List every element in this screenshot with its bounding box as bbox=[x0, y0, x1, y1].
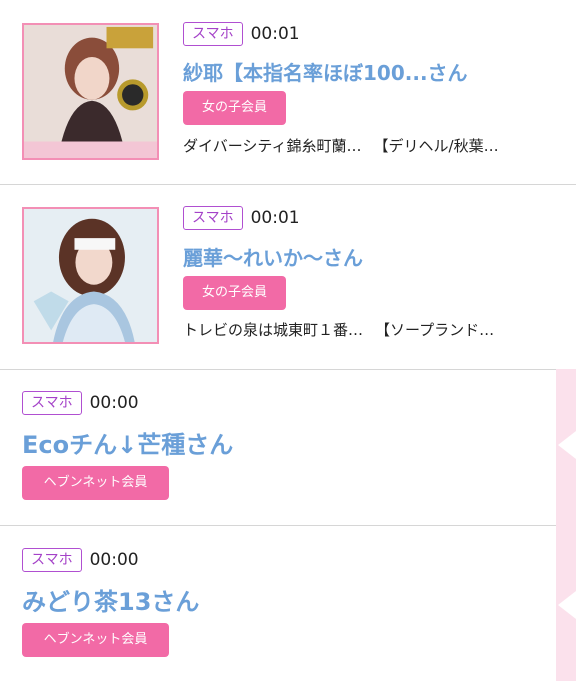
notch-shape bbox=[558, 591, 576, 619]
shop-link[interactable]: 【ソープランド… bbox=[375, 319, 494, 340]
post-meta: スマホ 00:01 bbox=[183, 22, 300, 46]
feed-item[interactable]: スマホ 00:01 紗耶【本指名率ほぼ100...さん 女の子会員 ダイバーシテ… bbox=[0, 0, 576, 185]
profile-photo[interactable] bbox=[22, 207, 159, 344]
device-badge: スマホ bbox=[22, 391, 82, 415]
member-type-badge: 女の子会員 bbox=[183, 276, 286, 310]
shop-link[interactable]: 【デリヘル/秋葉… bbox=[374, 135, 499, 156]
user-name-link[interactable]: 紗耶【本指名率ほぼ100...さん bbox=[183, 57, 468, 86]
member-type-badge: ヘブンネット会員 bbox=[22, 623, 169, 657]
user-name-link[interactable]: Ecoチん↓芒種さん bbox=[22, 425, 233, 460]
device-badge: スマホ bbox=[22, 548, 82, 572]
shop-link[interactable]: トレビの泉は城東町１番… bbox=[183, 319, 363, 340]
profile-photo[interactable] bbox=[22, 23, 159, 160]
shop-list: トレビの泉は城東町１番… 【ソープランド… bbox=[183, 319, 494, 340]
post-meta: スマホ 00:00 bbox=[22, 548, 139, 572]
post-meta: スマホ 00:01 bbox=[183, 206, 300, 230]
feed-item[interactable]: スマホ 00:01 麗華～れいか～さん 女の子会員 トレビの泉は城東町１番… 【… bbox=[0, 185, 576, 370]
shop-list: ダイバーシティ錦糸町蘭… 【デリヘル/秋葉… bbox=[183, 135, 499, 156]
post-time: 00:01 bbox=[250, 208, 300, 228]
post-time: 00:01 bbox=[250, 24, 300, 44]
feed-item[interactable]: スマホ 00:00 みどり茶13さん ヘブンネット会員 bbox=[0, 526, 576, 683]
member-type-badge: ヘブンネット会員 bbox=[22, 466, 169, 500]
member-type-badge: 女の子会員 bbox=[183, 91, 286, 125]
user-name-link[interactable]: 麗華～れいか～さん bbox=[183, 242, 363, 271]
profile-photo-image bbox=[24, 209, 157, 342]
side-decoration bbox=[556, 369, 576, 681]
post-time: 00:00 bbox=[89, 393, 139, 413]
device-badge: スマホ bbox=[183, 22, 243, 46]
user-name-link[interactable]: みどり茶13さん bbox=[22, 582, 199, 617]
feed-item[interactable]: スマホ 00:00 Ecoチん↓芒種さん ヘブンネット会員 bbox=[0, 369, 576, 526]
shop-link[interactable]: ダイバーシティ錦糸町蘭… bbox=[183, 135, 362, 156]
device-badge: スマホ bbox=[183, 206, 243, 230]
post-time: 00:00 bbox=[89, 550, 139, 570]
activity-feed: スマホ 00:01 紗耶【本指名率ほぼ100...さん 女の子会員 ダイバーシテ… bbox=[0, 0, 576, 681]
profile-photo-image bbox=[24, 25, 157, 158]
post-meta: スマホ 00:00 bbox=[22, 391, 139, 415]
notch-shape bbox=[558, 431, 576, 459]
